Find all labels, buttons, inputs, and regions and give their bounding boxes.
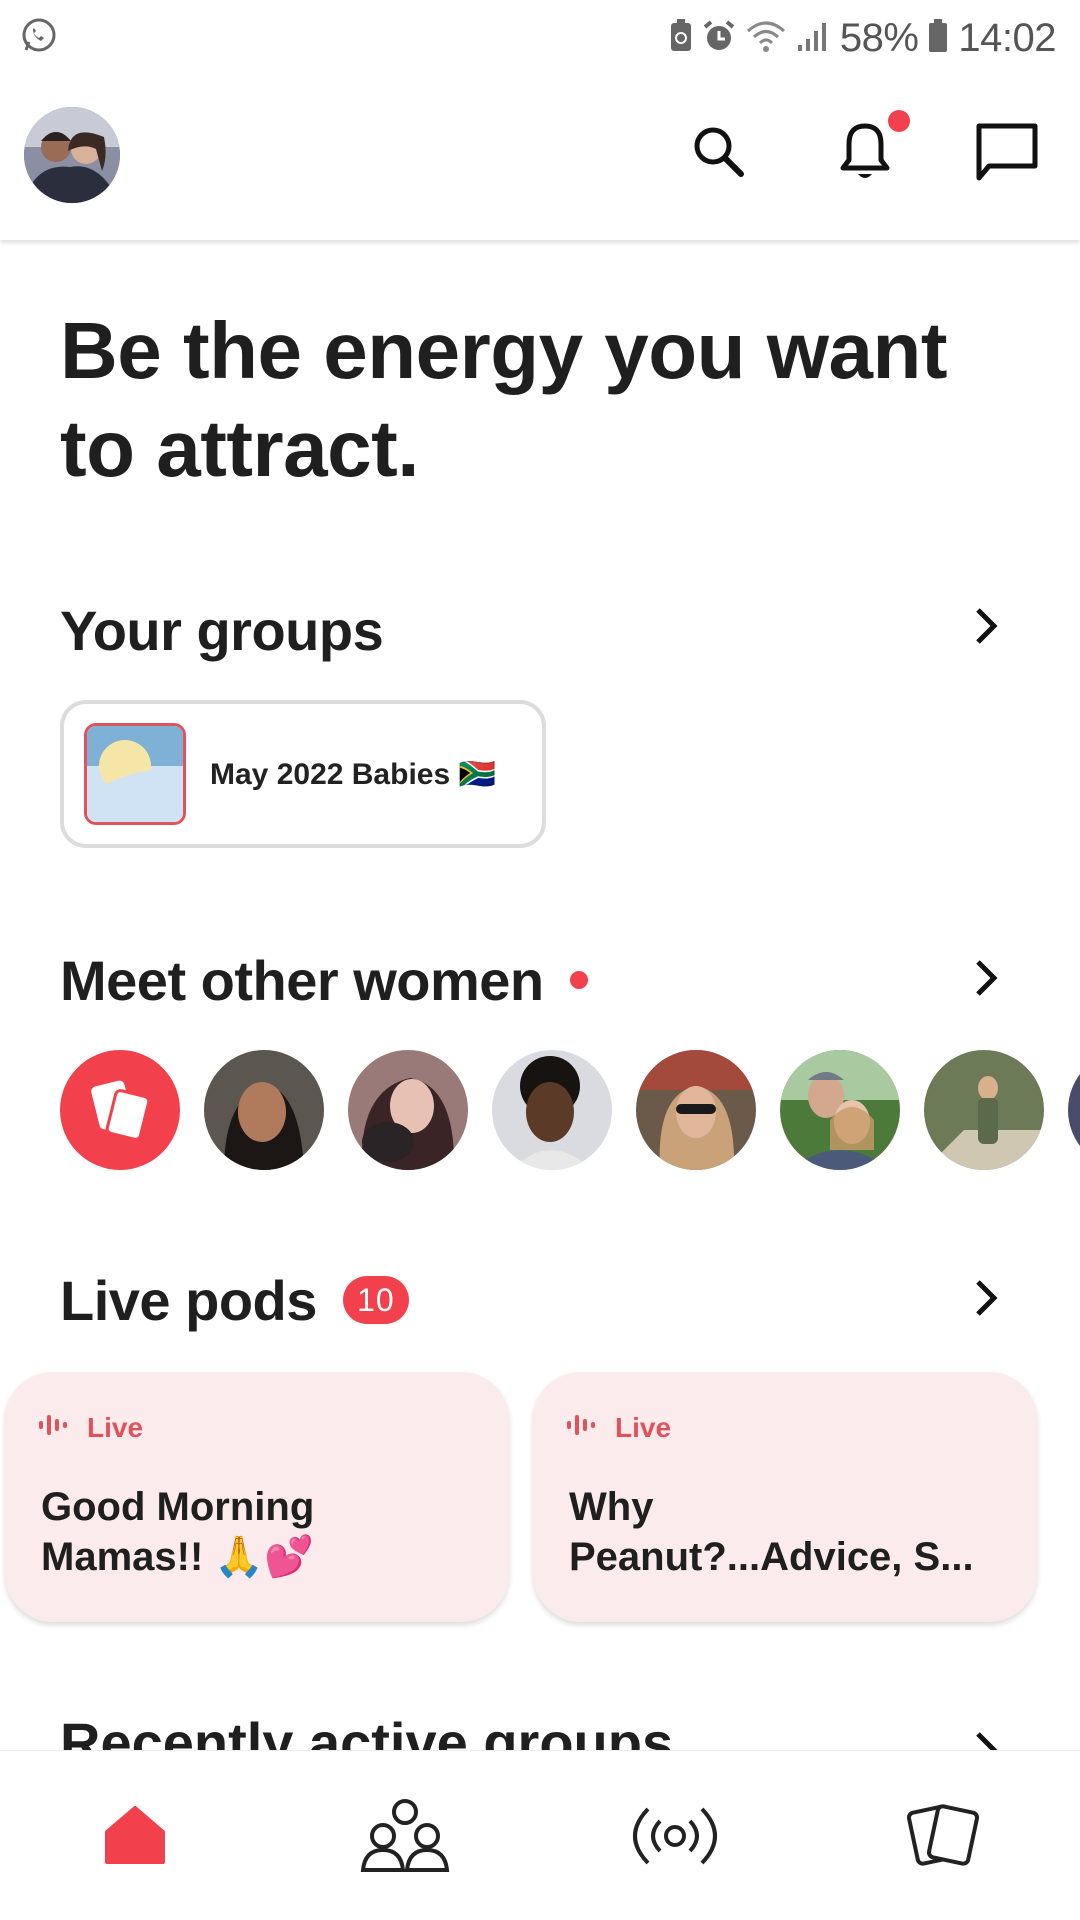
member-avatar[interactable] xyxy=(204,1050,324,1170)
alarm-icon xyxy=(702,19,736,58)
search-icon[interactable] xyxy=(684,117,754,187)
live-audio-icon xyxy=(567,1412,597,1444)
cards-icon[interactable] xyxy=(895,1791,995,1881)
whatsapp-icon xyxy=(20,16,58,59)
group-name: May 2022 Babies 🇿🇦 xyxy=(210,757,496,791)
page-headline: Be the energy you want to attract. xyxy=(60,306,947,493)
live-pods-carousel[interactable]: Live Good Morning Mamas!! 🙏💕 Live Why Pe… xyxy=(5,1372,1037,1622)
meet-other-women-title[interactable]: Meet other women xyxy=(60,940,588,1020)
chevron-right-icon[interactable] xyxy=(968,1730,1004,1750)
group-thumbnail xyxy=(84,723,186,825)
sync-icon xyxy=(670,18,692,58)
profile-avatar[interactable] xyxy=(24,107,120,203)
chevron-right-icon[interactable] xyxy=(968,606,1004,646)
live-pods-count-badge: 10 xyxy=(342,1276,409,1324)
new-indicator-dot xyxy=(569,971,588,989)
signal-icon xyxy=(796,19,830,58)
live-pod-card[interactable]: Live Good Morning Mamas!! 🙏💕 xyxy=(5,1372,509,1622)
home-icon[interactable] xyxy=(85,1791,185,1881)
live-pod-card[interactable]: Live Why Peanut?...Advice, S... xyxy=(533,1372,1037,1622)
home-feed[interactable]: Be the energy you want to attract. Your … xyxy=(0,240,1080,1750)
live-icon[interactable] xyxy=(625,1791,725,1881)
your-groups-title[interactable]: Your groups xyxy=(60,590,384,670)
chevron-right-icon[interactable] xyxy=(968,958,1004,998)
recently-active-groups-title[interactable]: Recently active groups xyxy=(60,1710,673,1750)
member-avatar[interactable] xyxy=(348,1050,468,1170)
bottom-navigation xyxy=(0,1750,1080,1920)
wifi-icon xyxy=(746,19,786,58)
member-avatar[interactable] xyxy=(636,1050,756,1170)
groups-icon[interactable] xyxy=(355,1791,455,1881)
clock: 14:02 xyxy=(958,15,1056,60)
member-avatar[interactable] xyxy=(492,1050,612,1170)
live-label: Live xyxy=(87,1412,144,1443)
live-pods-title[interactable]: Live pods 10 xyxy=(60,1260,409,1340)
chevron-right-icon[interactable] xyxy=(968,1278,1004,1318)
women-carousel[interactable] xyxy=(60,1050,1080,1170)
member-avatar[interactable] xyxy=(780,1050,900,1170)
pod-title: Good Morning Mamas!! 🙏💕 xyxy=(41,1485,315,1579)
notification-badge xyxy=(888,110,910,132)
group-card[interactable]: May 2022 Babies 🇿🇦 xyxy=(60,700,546,848)
member-avatar[interactable] xyxy=(924,1050,1044,1170)
live-audio-icon xyxy=(39,1412,69,1444)
battery-percentage: 58% xyxy=(839,15,919,60)
battery-icon xyxy=(928,18,948,58)
status-bar: 58% 14:02 xyxy=(0,0,1080,75)
member-avatar[interactable] xyxy=(1068,1050,1080,1170)
chat-icon[interactable] xyxy=(972,117,1042,187)
live-label: Live xyxy=(615,1412,672,1443)
top-app-bar xyxy=(0,75,1080,240)
swipe-cards-button[interactable] xyxy=(60,1050,180,1170)
pod-title: Why Peanut?...Advice, S... xyxy=(569,1485,974,1579)
